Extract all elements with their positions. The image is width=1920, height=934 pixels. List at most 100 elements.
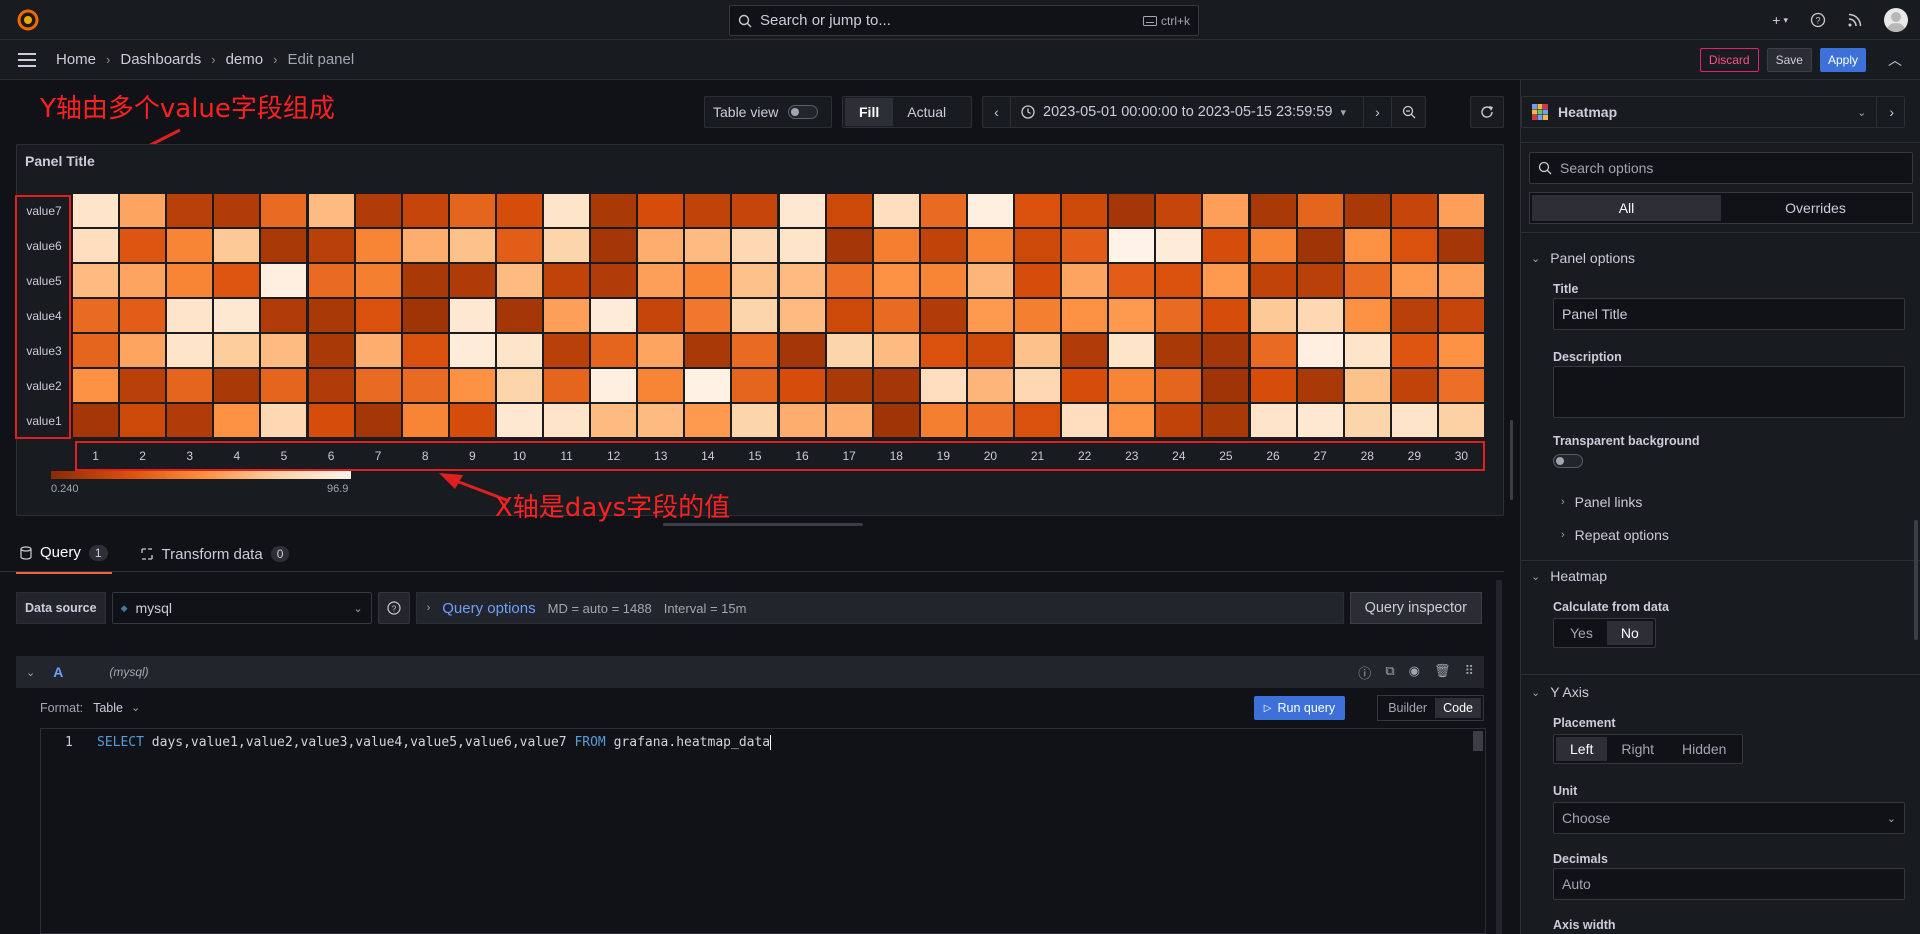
heatmap-cell[interactable] (778, 333, 826, 368)
heatmap-cell[interactable] (1014, 333, 1062, 368)
datasource-picker[interactable]: ◆ mysql ⌄ (111, 592, 372, 624)
heatmap-cell[interactable] (1343, 298, 1391, 333)
calc-yes-option[interactable]: Yes (1556, 621, 1607, 645)
heatmap-cell[interactable] (448, 263, 496, 298)
heatmap-cell[interactable] (919, 368, 967, 403)
heatmap-cell[interactable] (778, 403, 826, 438)
collapse-chevron-icon[interactable]: ⌄ (26, 666, 35, 679)
heatmap-cell[interactable] (213, 193, 261, 228)
heatmap-cell[interactable] (1249, 298, 1297, 333)
heatmap-cell[interactable] (72, 368, 120, 403)
heatmap-cell[interactable] (401, 263, 449, 298)
heatmap-cell[interactable] (637, 368, 685, 403)
heatmap-cell[interactable] (495, 403, 543, 438)
heatmap-cell[interactable] (1390, 263, 1438, 298)
heatmap-cell[interactable] (213, 368, 261, 403)
heatmap-cell[interactable] (1390, 403, 1438, 438)
heatmap-cell[interactable] (825, 298, 873, 333)
y-axis-section-header[interactable]: ⌄ Y Axis (1531, 684, 1589, 700)
heatmap-cell[interactable] (684, 228, 732, 263)
heatmap-cell[interactable] (354, 368, 402, 403)
query-inspector-button[interactable]: Query inspector (1349, 592, 1482, 624)
zoom-out-icon[interactable] (1391, 97, 1425, 127)
heatmap-cell[interactable] (872, 193, 920, 228)
heatmap-cell[interactable] (119, 263, 167, 298)
heatmap-cell[interactable] (1296, 298, 1344, 333)
datasource-help-icon[interactable]: ? (377, 592, 410, 624)
query-options-bar[interactable]: › Query options MD = auto = 1488 Interva… (415, 592, 1344, 624)
save-button[interactable]: Save (1766, 48, 1812, 72)
heatmap-cell[interactable] (825, 333, 873, 368)
heatmap-cell[interactable] (1296, 403, 1344, 438)
heatmap-cell[interactable] (872, 403, 920, 438)
heatmap-cell[interactable] (684, 193, 732, 228)
heatmap-cell[interactable] (448, 333, 496, 368)
chevron-right-icon[interactable]: › (1876, 97, 1894, 127)
heatmap-cell[interactable] (1202, 193, 1250, 228)
heatmap-cell[interactable] (260, 263, 308, 298)
heatmap-cell[interactable] (1249, 193, 1297, 228)
heatmap-cell[interactable] (1061, 368, 1109, 403)
drag-handle-icon[interactable]: ⠿ (1464, 663, 1474, 682)
heatmap-cell[interactable] (1390, 368, 1438, 403)
trash-icon[interactable]: 🗑︎ (1434, 663, 1451, 682)
heatmap-cell[interactable] (401, 403, 449, 438)
heatmap-cell[interactable] (495, 333, 543, 368)
heatmap-cell[interactable] (1014, 193, 1062, 228)
heatmap-cell[interactable] (1108, 263, 1156, 298)
heatmap-cell[interactable] (1390, 193, 1438, 228)
editor-scrollbar[interactable] (1473, 731, 1483, 751)
duplicate-icon[interactable]: ⧉ (1385, 663, 1394, 682)
heatmap-cell[interactable] (1249, 403, 1297, 438)
heatmap-cell[interactable] (166, 333, 214, 368)
heatmap-cell[interactable] (1202, 403, 1250, 438)
heatmap-cell[interactable] (1202, 368, 1250, 403)
heatmap-cell[interactable] (307, 193, 355, 228)
heatmap-cell[interactable] (354, 228, 402, 263)
panel-links-header[interactable]: › Panel links (1561, 494, 1642, 510)
heatmap-cell[interactable] (1108, 403, 1156, 438)
heatmap-cell[interactable] (825, 193, 873, 228)
table-view-switch[interactable] (788, 105, 819, 119)
heatmap-cell[interactable] (495, 298, 543, 333)
heatmap-cell[interactable] (590, 298, 638, 333)
heatmap-cell[interactable] (1108, 228, 1156, 263)
grafana-logo-icon[interactable] (16, 8, 40, 32)
heatmap-cell[interactable] (543, 403, 591, 438)
heatmap-cell[interactable] (166, 368, 214, 403)
heatmap-cell[interactable] (1390, 228, 1438, 263)
heatmap-cell[interactable] (260, 403, 308, 438)
heatmap-cell[interactable] (825, 368, 873, 403)
heatmap-cell[interactable] (72, 228, 120, 263)
discard-button[interactable]: Discard (1699, 48, 1759, 72)
heatmap-cell[interactable] (872, 368, 920, 403)
heatmap-cell[interactable] (778, 263, 826, 298)
heatmap-cell[interactable] (1014, 263, 1062, 298)
heatmap-cell[interactable] (1437, 298, 1485, 333)
tab-transform[interactable]: Transform data 0 (136, 540, 294, 574)
tab-query[interactable]: Query 1 (16, 540, 112, 574)
heatmap-cell[interactable] (495, 368, 543, 403)
heatmap-cell[interactable] (684, 403, 732, 438)
heatmap-cell[interactable] (1437, 263, 1485, 298)
heatmap-cell[interactable] (1108, 368, 1156, 403)
heatmap-cell[interactable] (119, 298, 167, 333)
heatmap-cell[interactable] (966, 368, 1014, 403)
heatmap-cell[interactable] (684, 263, 732, 298)
heatmap-cell[interactable] (543, 193, 591, 228)
heatmap-cell[interactable] (260, 193, 308, 228)
heatmap-cell[interactable] (307, 333, 355, 368)
heatmap-cell[interactable] (731, 298, 779, 333)
heatmap-cell[interactable] (590, 228, 638, 263)
heatmap-cell[interactable] (1108, 333, 1156, 368)
heatmap-cell[interactable] (213, 333, 261, 368)
heatmap-cell[interactable] (401, 298, 449, 333)
heatmap-cell[interactable] (119, 333, 167, 368)
heatmap-cell[interactable] (213, 263, 261, 298)
description-textarea[interactable] (1553, 366, 1905, 418)
heatmap-cell[interactable] (1155, 228, 1203, 263)
heatmap-cell[interactable] (1155, 403, 1203, 438)
heatmap-cell[interactable] (495, 263, 543, 298)
heatmap-cell[interactable] (1249, 368, 1297, 403)
transparent-toggle[interactable] (1553, 454, 1583, 468)
